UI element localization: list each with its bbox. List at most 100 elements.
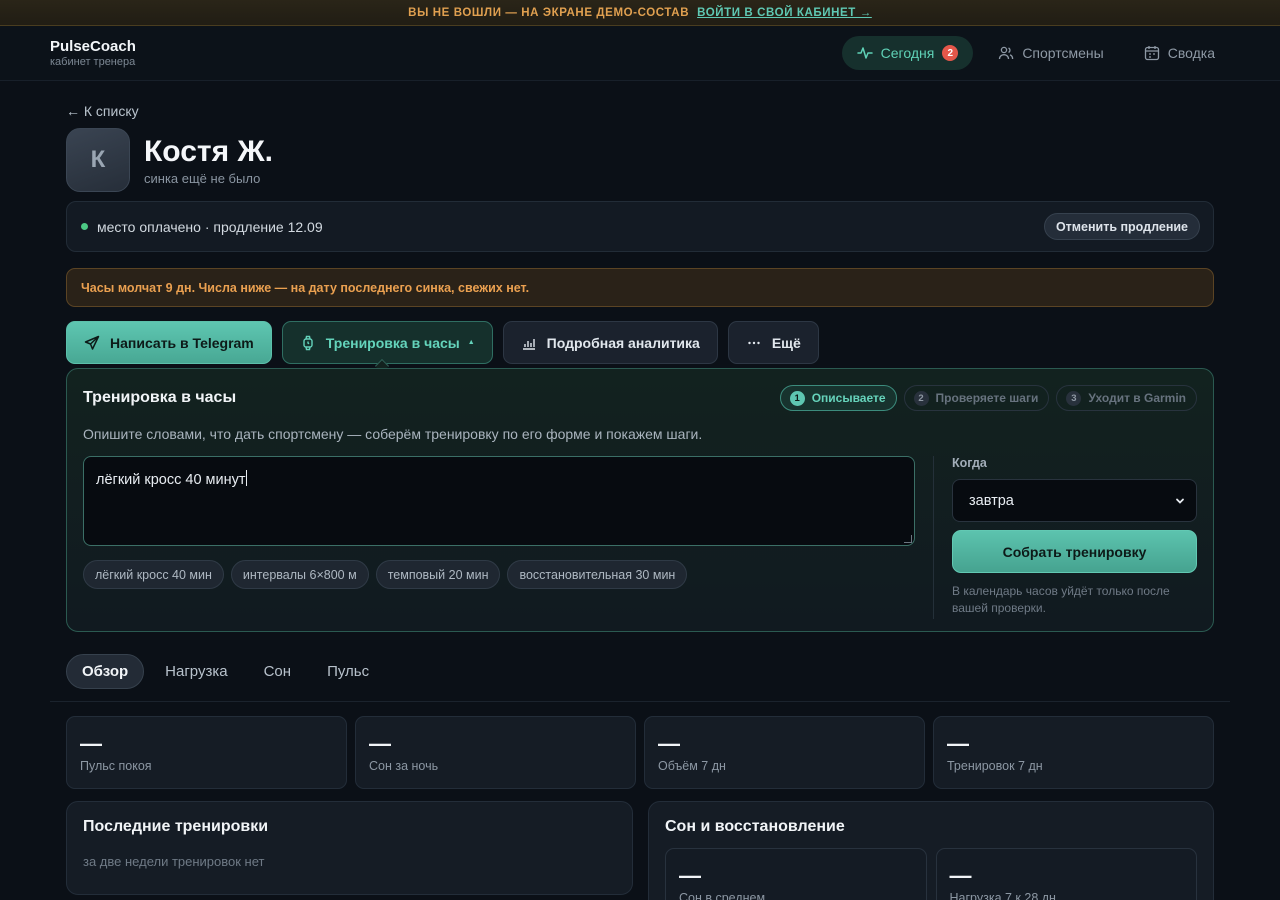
step-label: Проверяете шаги	[935, 391, 1039, 405]
stepper: 1 Описываете 2 Проверяете шаги 3 Уходит …	[779, 385, 1197, 411]
step-describe: 1 Описываете	[779, 385, 897, 411]
stats-row: — Пульс покоя — Сон за ночь — Объём 7 дн…	[66, 716, 1214, 789]
preset-chip[interactable]: лёгкий кросс 40 мин	[83, 560, 224, 589]
login-link[interactable]: ВОЙТИ В СВОЙ КАБИНЕТ →	[697, 7, 872, 19]
stat-label: Объём 7 дн	[658, 759, 726, 773]
telegram-button[interactable]: Написать в Telegram	[66, 321, 272, 364]
nav-item-athletes[interactable]: Спортсмены	[983, 36, 1118, 70]
stat-label: Сон в среднем	[679, 891, 766, 900]
telegram-label: Написать в Telegram	[110, 334, 254, 351]
brand[interactable]: PulseCoach кабинет тренера	[50, 38, 136, 68]
analytics-label: Подробная аналитика	[546, 334, 700, 351]
tab-overview[interactable]: Обзор	[66, 654, 145, 689]
when-label: Когда	[952, 456, 987, 470]
back-link[interactable]: ← К списку	[66, 103, 139, 119]
sync-status: синка ещё не было	[144, 170, 261, 186]
subscription-card: место оплачено · продление 12.09 Отменит…	[66, 201, 1214, 252]
cancel-renewal-button[interactable]: Отменить продление	[1043, 213, 1200, 240]
stat-value: —	[369, 731, 391, 756]
stat-value: —	[658, 731, 680, 756]
stat-value: —	[949, 863, 972, 888]
nav-item-summary[interactable]: Сводка	[1129, 36, 1230, 70]
pulse-icon	[856, 47, 873, 59]
avatar: К	[66, 128, 130, 192]
panel-title: Тренировка в часы	[83, 389, 237, 406]
workout-label: Тренировка в часы	[325, 334, 460, 351]
card-title: Сон и восстановление	[665, 818, 845, 835]
main-content: ← К списку К Костя Ж. синка ещё не было …	[0, 81, 1280, 900]
panel-description: Опишите словами, что дать спортсмену — с…	[83, 426, 703, 442]
more-button[interactable]: Ещё	[727, 321, 819, 364]
chevron-down-icon	[1176, 498, 1184, 504]
athlete-name: Костя Ж.	[144, 134, 273, 168]
brand-subtitle: кабинет тренера	[50, 56, 136, 68]
column-divider	[933, 456, 934, 619]
preset-chip[interactable]: интервалы 6×800 м	[230, 560, 369, 589]
step-number: 1	[789, 390, 805, 406]
tab-bar: Обзор Нагрузка Сон Пульс	[50, 654, 1230, 702]
status-dot	[81, 223, 88, 230]
input-value: лёгкий кросс 40 минут	[96, 472, 246, 488]
preset-chip[interactable]: темповый 20 мин	[375, 560, 501, 589]
resize-handle[interactable]	[904, 535, 912, 543]
analytics-button[interactable]: Подробная аналитика	[502, 321, 718, 364]
brand-name: PulseCoach	[50, 38, 136, 55]
calendar-icon	[1144, 46, 1159, 61]
demo-warning: ВЫ НЕ ВОШЛИ — НА ЭКРАНЕ ДЕМО-СОСТАВ	[408, 6, 690, 19]
top-navbar: PulseCoach кабинет тренера Сегодня 2 Спо…	[0, 26, 1280, 81]
nav-label-summary: Сводка	[1167, 45, 1215, 61]
sleep-recovery-card: Сон и восстановление — Сон в среднем — Н…	[648, 801, 1214, 900]
step-review: 2 Проверяете шаги	[903, 385, 1050, 411]
action-bar: Написать в Telegram Тренировка в часы ▲ …	[66, 321, 1214, 374]
step-label: Уходит в Garmin	[1088, 391, 1186, 405]
sync-hint: В календарь часов уйдёт только после ваш…	[952, 584, 1170, 615]
nav-label-today: Сегодня	[880, 45, 935, 61]
recent-workouts-card: Последние тренировки за две недели трени…	[66, 801, 633, 895]
bar-chart-icon	[522, 338, 535, 350]
main-nav: Сегодня 2 Спортсмены Сводка	[841, 36, 1230, 70]
watch-icon	[303, 335, 313, 350]
step-number: 2	[913, 390, 929, 406]
stat-label: Нагрузка 7 к 28 дн	[949, 891, 1056, 900]
users-icon	[999, 46, 1014, 60]
build-workout-button[interactable]: Собрать тренировку	[952, 530, 1197, 573]
more-icon	[748, 341, 760, 344]
stat-label: Сон за ночь	[369, 759, 439, 773]
send-icon	[84, 335, 100, 350]
nav-item-today[interactable]: Сегодня 2	[841, 36, 974, 70]
tab-pulse[interactable]: Пульс	[312, 654, 384, 689]
caret-up-icon: ▲	[467, 339, 475, 346]
step-label: Описываете	[811, 391, 886, 405]
mini-stat-load-ratio: — Нагрузка 7 к 28 дн	[935, 848, 1197, 900]
stat-label: Пульс покоя	[80, 759, 152, 773]
tab-sleep[interactable]: Сон	[249, 654, 306, 689]
demo-banner: ВЫ НЕ ВОШЛИ — НА ЭКРАНЕ ДЕМО-СОСТАВ ВОЙТ…	[0, 0, 1280, 26]
preset-chips: лёгкий кросс 40 мин интервалы 6×800 м те…	[83, 560, 915, 589]
step-garmin: 3 Уходит в Garmin	[1056, 385, 1197, 411]
empty-state: за две недели тренировок нет	[83, 854, 265, 869]
text-cursor	[245, 470, 247, 486]
athlete-header: К Костя Ж. синка ещё не было	[66, 128, 1214, 192]
preset-chip[interactable]: восстановительная 30 мин	[507, 560, 688, 589]
mini-stat-sleep-avg: — Сон в среднем	[665, 848, 927, 900]
tab-load[interactable]: Нагрузка	[150, 654, 242, 689]
stat-card-resting-hr: — Пульс покоя	[66, 716, 347, 789]
bottom-cards: Последние тренировки за две недели трени…	[66, 801, 1214, 900]
workout-description-input[interactable]: лёгкий кросс 40 минут	[83, 456, 915, 546]
workout-to-watch-button[interactable]: Тренировка в часы ▲	[281, 321, 493, 364]
nav-label-athletes: Спортсмены	[1022, 45, 1104, 61]
stale-data-alert: Часы молчат 9 дн. Числа ниже — на дату п…	[66, 268, 1214, 307]
when-value: завтра	[969, 492, 1014, 509]
stat-card-volume: — Объём 7 дн	[644, 716, 925, 789]
notification-badge: 2	[942, 45, 959, 61]
subscription-status: место оплачено · продление 12.09	[97, 218, 323, 235]
more-label: Ещё	[771, 334, 801, 351]
workout-panel: Тренировка в часы 1 Описываете 2 Проверя…	[66, 368, 1214, 632]
stat-card-workouts: — Тренировок 7 дн	[933, 716, 1214, 789]
stat-value: —	[947, 731, 969, 756]
when-select[interactable]: завтра	[952, 479, 1197, 522]
stat-value: —	[80, 731, 102, 756]
stat-card-sleep: — Сон за ночь	[355, 716, 636, 789]
step-number: 3	[1066, 390, 1082, 406]
stat-value: —	[679, 863, 701, 888]
